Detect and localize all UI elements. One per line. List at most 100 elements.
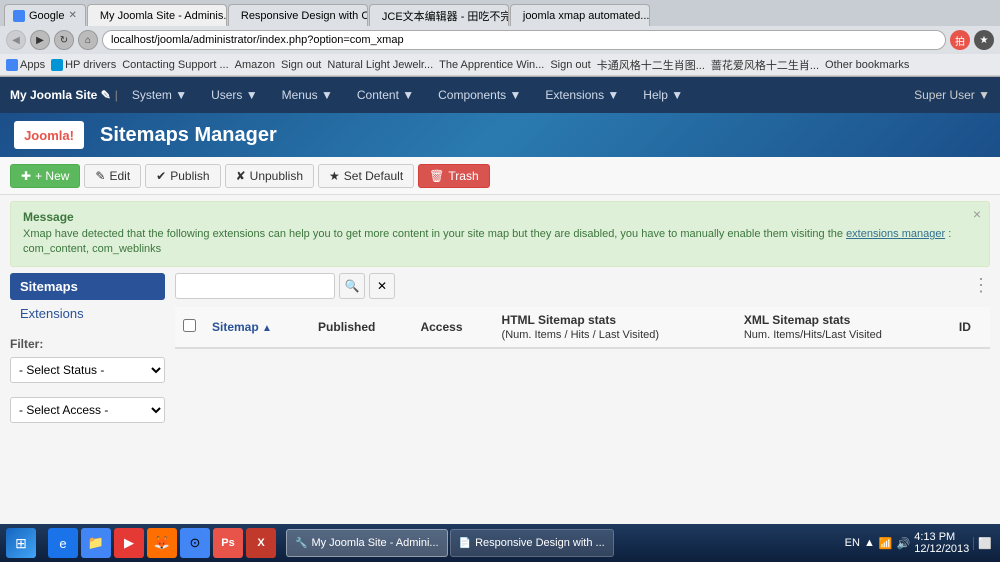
- filter-section: Filter: - Select Status - Published Unpu…: [10, 337, 165, 423]
- admin-super-user[interactable]: Super User ▼: [914, 88, 990, 102]
- topbar-separator: |: [115, 88, 118, 102]
- unpublish-button[interactable]: ✘ Unpublish: [225, 164, 314, 188]
- select-all-checkbox[interactable]: [183, 319, 196, 332]
- bookmark-hp[interactable]: HP drivers: [51, 59, 116, 71]
- speaker-icon: 🔊: [897, 537, 911, 550]
- taskbar-app-joomla[interactable]: 🔧 My Joomla Site - Admini...: [286, 529, 448, 557]
- folder-icon: 📁: [88, 535, 104, 551]
- tray-icon-1: ▲: [864, 537, 875, 549]
- bookmark-signout[interactable]: Sign out: [281, 59, 321, 71]
- bookmark-signout2[interactable]: Sign out: [550, 59, 590, 71]
- taskbar-start: ⊞: [0, 528, 42, 558]
- scroll-hint[interactable]: ⋮: [972, 275, 990, 296]
- home-button[interactable]: ⌂: [78, 30, 98, 50]
- taskbar-icon-ps[interactable]: Ps: [213, 528, 243, 558]
- bookmark-cartoon[interactable]: 卡通风格十二生肖图...: [597, 57, 705, 73]
- taskbar-icon-ie[interactable]: e: [48, 528, 78, 558]
- new-button[interactable]: ✚ + New: [10, 164, 80, 188]
- ps-icon: Ps: [221, 537, 234, 549]
- page-title: Sitemaps Manager: [100, 124, 277, 147]
- taskbar-app-label2: Responsive Design with ...: [475, 537, 605, 549]
- admin-topbar-left: My Joomla Site ✎ | System ▼ Users ▼ Menu…: [10, 84, 693, 106]
- message-text: Xmap have detected that the following ex…: [23, 227, 977, 258]
- tab-label: My Joomla Site - Adminis...: [100, 10, 227, 22]
- windows-start-button[interactable]: ⊞: [6, 528, 36, 558]
- site-name[interactable]: My Joomla Site ✎: [10, 88, 111, 102]
- chrome-icon: ⊙: [190, 535, 201, 551]
- clear-search-button[interactable]: ✕: [369, 273, 395, 299]
- tab-joomla-admin[interactable]: My Joomla Site - Adminis... ✕: [87, 4, 227, 26]
- nav-help[interactable]: Help ▼: [633, 84, 693, 106]
- media-icon: ▶: [124, 535, 134, 551]
- unpublish-icon: ✘: [236, 169, 246, 183]
- clock: 4:13 PM 12/12/2013: [914, 531, 969, 555]
- search-button[interactable]: 🔍: [339, 273, 365, 299]
- show-desktop-button[interactable]: ⬜: [973, 537, 992, 550]
- extension-button[interactable]: 拍: [950, 30, 970, 50]
- responsive-app-icon: 📄: [459, 538, 471, 549]
- taskbar-icon-firefox[interactable]: 🦊: [147, 528, 177, 558]
- nav-components[interactable]: Components ▼: [428, 84, 531, 106]
- set-default-button[interactable]: ★ Set Default: [318, 164, 414, 188]
- nav-content[interactable]: Content ▼: [347, 84, 424, 106]
- sidebar-item-sitemaps[interactable]: Sitemaps: [10, 273, 165, 300]
- nav-menus[interactable]: Menus ▼: [272, 84, 343, 106]
- message-close-button[interactable]: ×: [973, 206, 981, 222]
- trash-icon: 🗑: [429, 169, 444, 183]
- trash-button[interactable]: 🗑 Trash: [418, 164, 489, 188]
- tab-bar: Google ✕ My Joomla Site - Adminis... ✕ R…: [0, 0, 1000, 26]
- tab-jce[interactable]: JCE文本编辑器 - 田吃不完... ✕: [369, 4, 509, 26]
- tab-label: JCE文本编辑器 - 田吃不完...: [382, 8, 509, 24]
- extension-button2[interactable]: ★: [974, 30, 994, 50]
- filter-label: Filter:: [10, 337, 165, 351]
- bookmark-amazon[interactable]: Amazon: [235, 59, 275, 71]
- taskbar-app-responsive[interactable]: 📄 Responsive Design with ...: [450, 529, 614, 557]
- bookmark-rose[interactable]: 蔷花爱风格十二生肖...: [711, 57, 819, 73]
- main-content: 🔍 ✕ ⋮ Sitemap ▲: [175, 273, 990, 423]
- tab-close[interactable]: ✕: [68, 10, 76, 21]
- extensions-manager-link[interactable]: extensions manager: [846, 228, 945, 240]
- taskbar-icon-app[interactable]: X: [246, 528, 276, 558]
- taskbar-icon-media[interactable]: ▶: [114, 528, 144, 558]
- search-input[interactable]: [175, 273, 335, 299]
- th-html-stats: HTML Sitemap stats (Num. Items / Hits / …: [494, 307, 736, 348]
- joomla-admin: My Joomla Site ✎ | System ▼ Users ▼ Menu…: [0, 77, 1000, 525]
- windows-logo-icon: ⊞: [15, 535, 27, 552]
- bookmark-apps[interactable]: Apps: [6, 59, 45, 71]
- star-icon: ★: [329, 169, 340, 183]
- toolbar: ✚ + New ✎ Edit ✔ Publish ✘ Unpublish ★ S…: [0, 157, 1000, 195]
- network-icon: 📶: [879, 537, 893, 550]
- joomla-logo-image: Joomla!: [14, 121, 84, 149]
- bookmark-apprentice[interactable]: The Apprentice Win...: [439, 59, 544, 71]
- th-id: ID: [951, 307, 990, 348]
- th-access: Access: [412, 307, 493, 348]
- back-button[interactable]: ◀: [6, 30, 26, 50]
- message-box: Message Xmap have detected that the foll…: [10, 201, 990, 267]
- status-filter-select[interactable]: - Select Status - Published Unpublished …: [10, 357, 165, 383]
- th-checkbox: [175, 307, 204, 348]
- edit-icon: ✎: [95, 169, 105, 183]
- edit-button[interactable]: ✎ Edit: [84, 164, 141, 188]
- nav-users[interactable]: Users ▼: [201, 84, 268, 106]
- address-input[interactable]: [102, 30, 946, 50]
- tab-xmap[interactable]: joomla xmap automated... ✕: [510, 4, 650, 26]
- sitemaps-table: Sitemap ▲ Published Access HTML Sitemap …: [175, 307, 990, 349]
- bookmark-more[interactable]: Other bookmarks: [825, 59, 909, 71]
- nav-extensions[interactable]: Extensions ▼: [535, 84, 629, 106]
- forward-button[interactable]: ▶: [30, 30, 50, 50]
- content-area: Sitemaps Extensions Filter: - Select Sta…: [0, 273, 1000, 423]
- th-sitemap[interactable]: Sitemap ▲: [204, 307, 310, 348]
- publish-button[interactable]: ✔ Publish: [145, 164, 220, 188]
- taskbar-icon-folder[interactable]: 📁: [81, 528, 111, 558]
- windows-taskbar: ⊞ e 📁 ▶ 🦊 ⊙ Ps X 🔧 My Joomla Site - Admi…: [0, 524, 1000, 562]
- taskbar-icon-chrome[interactable]: ⊙: [180, 528, 210, 558]
- refresh-button[interactable]: ↻: [54, 30, 74, 50]
- access-filter-select[interactable]: - Select Access - Public Guest Registere…: [10, 397, 165, 423]
- nav-system[interactable]: System ▼: [122, 84, 197, 106]
- tab-responsive[interactable]: Responsive Design with C... ✕: [228, 4, 368, 26]
- tab-google[interactable]: Google ✕: [4, 4, 86, 26]
- bookmark-jewelry[interactable]: Natural Light Jewelr...: [327, 59, 433, 71]
- sidebar-item-extensions[interactable]: Extensions: [10, 300, 165, 327]
- bookmark-contacting[interactable]: Contacting Support ...: [122, 59, 228, 71]
- app-icon: X: [257, 537, 264, 549]
